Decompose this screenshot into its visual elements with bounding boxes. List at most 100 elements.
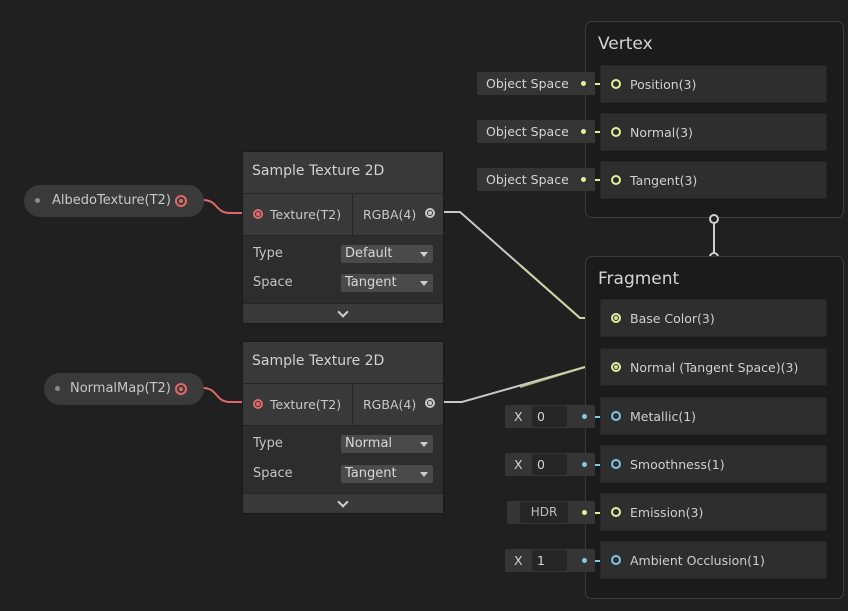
rgba-output-port-icon[interactable]	[425, 398, 435, 408]
block-ambient-occlusion[interactable]: Ambient Occlusion(1)	[600, 541, 827, 579]
block-label: Emission(3)	[630, 505, 704, 520]
connector-dot-icon	[581, 129, 586, 134]
axis-label: X	[514, 409, 523, 424]
input-port-icon[interactable]	[611, 507, 621, 517]
texture-input-port-icon[interactable]	[253, 209, 263, 219]
block-base-color[interactable]: Base Color(3)	[600, 299, 827, 337]
type-dropdown-value: Default	[345, 246, 393, 261]
block-label: Ambient Occlusion(1)	[630, 553, 765, 568]
output-port-label: RGBA(4)	[363, 207, 417, 222]
block-label: Tangent(3)	[630, 173, 698, 188]
output-port-label: RGBA(4)	[363, 397, 417, 412]
metallic-value-input[interactable]: X 0	[505, 405, 595, 428]
input-mode-label: Object Space	[486, 76, 569, 91]
sample-texture-2d-node[interactable]: Sample Texture 2D Texture(T2) RGBA(4) Ty…	[242, 151, 444, 324]
type-dropdown[interactable]: Default	[341, 245, 433, 263]
property-bullet-icon	[55, 386, 60, 391]
block-position[interactable]: Position(3)	[600, 65, 827, 103]
block-label: Metallic(1)	[630, 409, 697, 424]
input-mode-label: Object Space	[486, 124, 569, 139]
value-field[interactable]: 0	[532, 406, 567, 427]
context-link-port-icon[interactable]	[709, 214, 719, 224]
space-dropdown[interactable]: Tangent	[341, 465, 433, 483]
dropdown-arrow-icon	[420, 472, 428, 477]
input-port-icon[interactable]	[611, 555, 621, 565]
block-label: Position(3)	[630, 77, 697, 92]
block-normal-tangent-space[interactable]: Normal (Tangent Space)(3)	[600, 348, 827, 386]
block-label: Normal(3)	[630, 125, 693, 140]
property-node-normalmap[interactable]: NormalMap(T2)	[44, 373, 204, 405]
connector-dot-icon	[582, 558, 587, 563]
node-settings: Type Normal Space Tangent	[243, 425, 443, 493]
dropdown-arrow-icon	[420, 252, 428, 257]
connector-dot-icon	[581, 81, 586, 86]
block-smoothness[interactable]: Smoothness(1)	[600, 445, 827, 483]
object-space-input[interactable]: Object Space	[477, 120, 595, 143]
input-port-label: Texture(T2)	[270, 397, 342, 412]
space-dropdown[interactable]: Tangent	[341, 274, 433, 292]
input-port-icon[interactable]	[611, 175, 621, 185]
object-space-input[interactable]: Object Space	[477, 72, 595, 95]
object-space-input[interactable]: Object Space	[477, 168, 595, 191]
context-title: Vertex	[598, 34, 653, 54]
space-dropdown-value: Tangent	[345, 466, 397, 481]
value-field[interactable]: 1	[532, 550, 567, 571]
axis-label: X	[514, 553, 523, 568]
texture-output-port-icon[interactable]	[175, 383, 187, 395]
wire-albedo-to-texture	[202, 199, 246, 214]
connector-dot-icon	[582, 510, 587, 515]
node-title: Sample Texture 2D	[243, 342, 443, 383]
type-label: Type	[253, 246, 283, 261]
chevron-down-icon	[337, 306, 349, 318]
input-port-icon[interactable]	[611, 313, 621, 323]
texture-input-port-icon[interactable]	[253, 399, 263, 409]
wire-rgba-to-basecolor	[438, 211, 600, 319]
wire-normalmap-to-texture	[202, 387, 246, 403]
input-port-icon[interactable]	[611, 459, 621, 469]
sample-texture-2d-node[interactable]: Sample Texture 2D Texture(T2) RGBA(4) Ty…	[242, 341, 444, 514]
connector-dot-icon	[581, 177, 586, 182]
chevron-down-icon	[337, 496, 349, 508]
type-dropdown-value: Normal	[345, 436, 393, 451]
property-label: AlbedoTexture(T2)	[52, 193, 171, 208]
block-label: Normal (Tangent Space)(3)	[630, 360, 799, 375]
hdr-color-swatch[interactable]: HDR	[520, 502, 568, 523]
node-ports-row: Texture(T2) RGBA(4)	[243, 193, 443, 235]
dropdown-arrow-icon	[420, 442, 428, 447]
block-label: Smoothness(1)	[630, 457, 725, 472]
block-tangent[interactable]: Tangent(3)	[600, 161, 827, 199]
input-port-icon[interactable]	[611, 79, 621, 89]
input-port-label: Texture(T2)	[270, 207, 342, 222]
node-settings: Type Default Space Tangent	[243, 235, 443, 303]
property-node-albedo[interactable]: AlbedoTexture(T2)	[24, 185, 204, 217]
input-port-icon[interactable]	[611, 127, 621, 137]
smoothness-value-input[interactable]: X 0	[505, 453, 595, 476]
axis-label: X	[514, 457, 523, 472]
emission-color-input[interactable]: HDR	[507, 501, 595, 524]
texture-output-port-icon[interactable]	[175, 195, 187, 207]
value-field[interactable]: 0	[532, 454, 567, 475]
ambient-occlusion-value-input[interactable]: X 1	[505, 549, 595, 572]
input-mode-label: Object Space	[486, 172, 569, 187]
context-title: Fragment	[598, 269, 680, 289]
node-expand-toggle[interactable]	[243, 493, 443, 513]
input-port-icon[interactable]	[611, 362, 621, 372]
connector-dot-icon	[582, 414, 587, 419]
space-dropdown-value: Tangent	[345, 275, 397, 290]
property-label: NormalMap(T2)	[70, 381, 171, 396]
wire-rgba-to-normal	[438, 366, 600, 403]
input-port-icon[interactable]	[611, 411, 621, 421]
rgba-output-port-icon[interactable]	[425, 208, 435, 218]
block-label: Base Color(3)	[630, 311, 715, 326]
block-normal[interactable]: Normal(3)	[600, 113, 827, 151]
connector-dot-icon	[582, 462, 587, 467]
node-expand-toggle[interactable]	[243, 303, 443, 323]
space-label: Space	[253, 466, 293, 481]
type-label: Type	[253, 436, 283, 451]
type-dropdown[interactable]: Normal	[341, 435, 433, 453]
space-label: Space	[253, 275, 293, 290]
node-title: Sample Texture 2D	[243, 152, 443, 193]
block-emission[interactable]: Emission(3)	[600, 493, 827, 531]
block-metallic[interactable]: Metallic(1)	[600, 397, 827, 435]
dropdown-arrow-icon	[420, 281, 428, 286]
